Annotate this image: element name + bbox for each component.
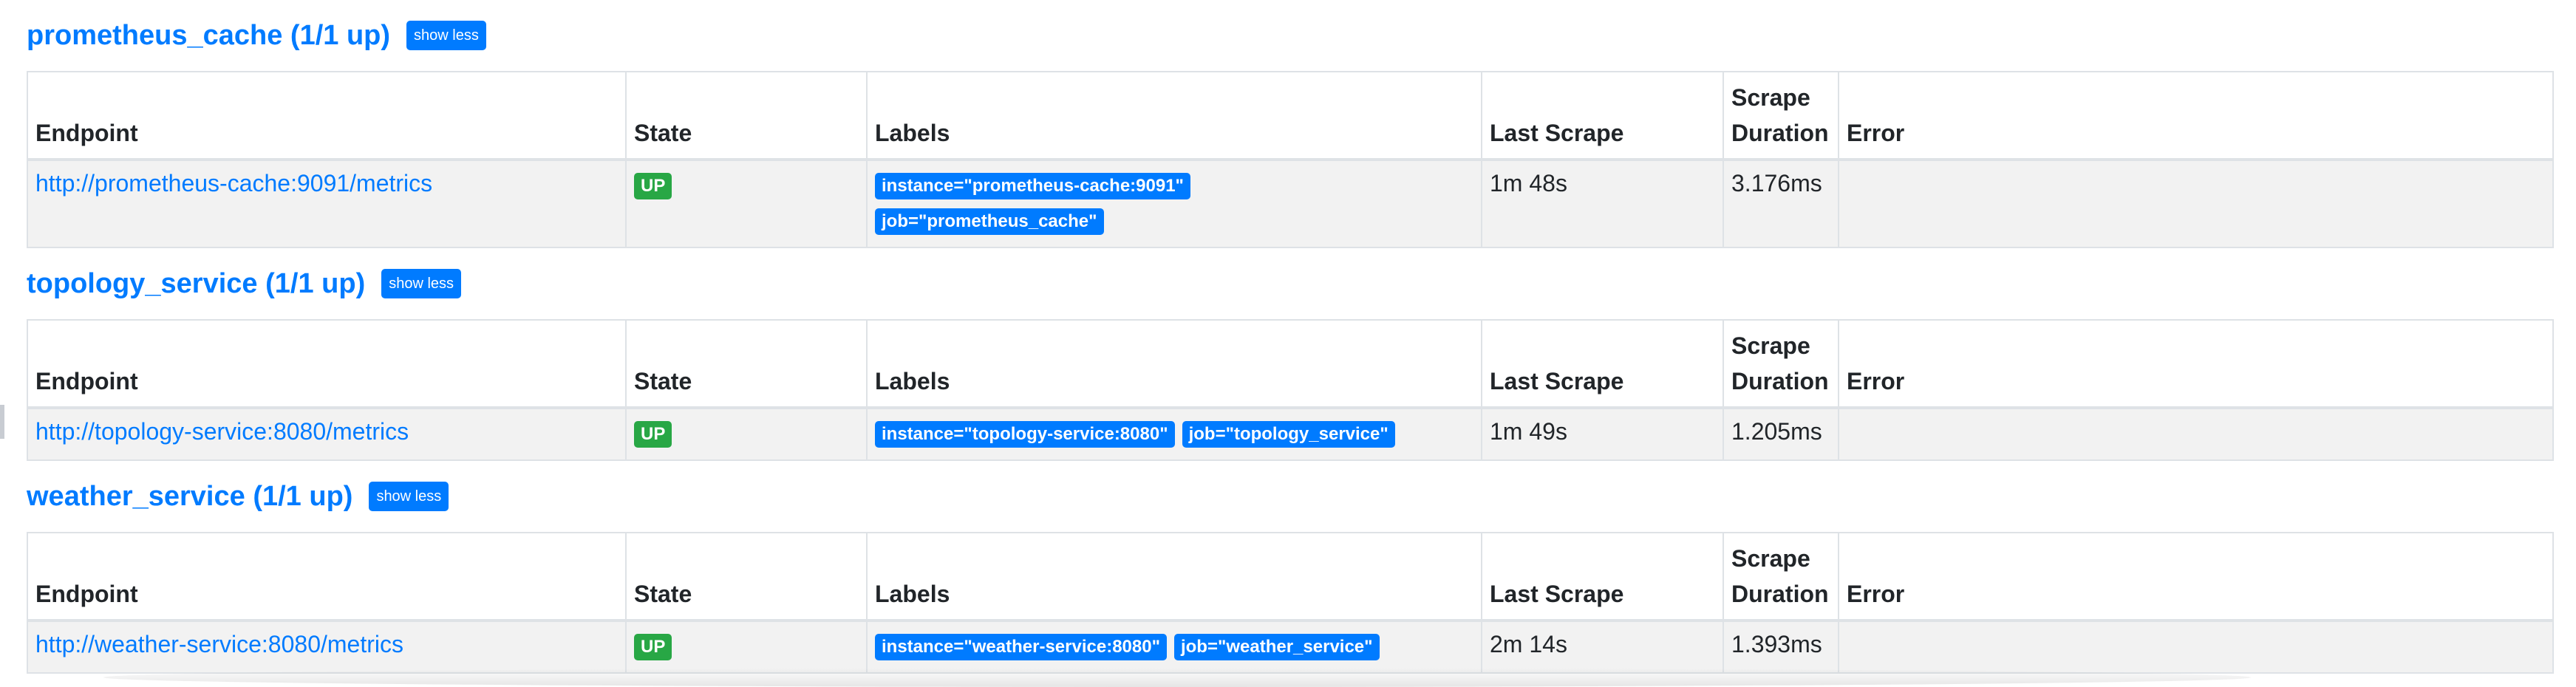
column-header-endpoint[interactable]: Endpoint	[27, 532, 627, 622]
column-header-scrape-duration[interactable]: Scrape Duration	[1723, 532, 1839, 622]
column-header-error[interactable]: Error	[1838, 532, 2554, 622]
pool-title-link[interactable]: weather_service (1/1 up)	[27, 481, 352, 513]
column-header-last-scrape[interactable]: Last Scrape	[1481, 532, 1724, 622]
column-header-last-scrape[interactable]: Last Scrape	[1481, 71, 1724, 161]
column-header-scrape-duration[interactable]: Scrape Duration	[1723, 319, 1839, 409]
endpoint-cell: http://prometheus-cache:9091/metrics	[27, 159, 627, 248]
error-cell	[1838, 407, 2554, 461]
last-scrape-cell: 1m 49s	[1481, 407, 1724, 461]
column-header-error[interactable]: Error	[1838, 71, 2554, 161]
targets-table: Endpoint State Labels Last Scrape Scrape…	[27, 532, 2554, 674]
show-less-button[interactable]: show less	[381, 269, 462, 298]
targets-table: Endpoint State Labels Last Scrape Scrape…	[27, 319, 2554, 461]
endpoint-cell: http://topology-service:8080/metrics	[27, 407, 627, 461]
label-badge-instance: instance="weather-service:8080"	[875, 634, 1167, 660]
label-badge-instance: instance="prometheus-cache:9091"	[875, 173, 1190, 199]
label-badge-instance: instance="topology-service:8080"	[875, 421, 1175, 448]
pool-header: topology_service (1/1 up) show less	[27, 248, 2557, 319]
scrape-duration-cell: 3.176ms	[1723, 159, 1839, 248]
table-row: http://weather-service:8080/metrics UP i…	[27, 620, 2554, 674]
table-header-row: Endpoint State Labels Last Scrape Scrape…	[27, 71, 2554, 161]
column-header-last-scrape[interactable]: Last Scrape	[1481, 319, 1724, 409]
column-header-endpoint[interactable]: Endpoint	[27, 319, 627, 409]
column-header-state[interactable]: State	[625, 71, 868, 161]
label-badge-job: job="topology_service"	[1182, 421, 1395, 448]
state-badge: UP	[634, 634, 672, 660]
endpoint-cell: http://weather-service:8080/metrics	[27, 620, 627, 674]
scrape-duration-cell: 1.393ms	[1723, 620, 1839, 674]
scroll-shadow	[103, 668, 2251, 687]
state-badge: UP	[634, 173, 672, 199]
state-cell: UP	[625, 159, 868, 248]
state-cell: UP	[625, 620, 868, 674]
show-less-button[interactable]: show less	[369, 482, 449, 511]
last-scrape-cell: 1m 48s	[1481, 159, 1724, 248]
column-header-scrape-duration[interactable]: Scrape Duration	[1723, 71, 1839, 161]
table-header-row: Endpoint State Labels Last Scrape Scrape…	[27, 319, 2554, 409]
last-scrape-cell: 2m 14s	[1481, 620, 1724, 674]
column-header-labels[interactable]: Labels	[866, 319, 1482, 409]
labels-cell: instance="prometheus-cache:9091" job="pr…	[866, 159, 1482, 248]
table-header-row: Endpoint State Labels Last Scrape Scrape…	[27, 532, 2554, 622]
targets-table: Endpoint State Labels Last Scrape Scrape…	[27, 71, 2554, 248]
pool-header: weather_service (1/1 up) show less	[27, 461, 2557, 532]
column-header-state[interactable]: State	[625, 532, 868, 622]
table-row: http://prometheus-cache:9091/metrics UP …	[27, 159, 2554, 248]
labels-cell: instance="weather-service:8080" job="weat…	[866, 620, 1482, 674]
labels-cell: instance="topology-service:8080" job="top…	[866, 407, 1482, 461]
table-row: http://topology-service:8080/metrics UP …	[27, 407, 2554, 461]
targets-page: prometheus_cache (1/1 up) show less Endp…	[27, 0, 2557, 674]
column-header-labels[interactable]: Labels	[866, 532, 1482, 622]
column-header-error[interactable]: Error	[1838, 319, 2554, 409]
show-less-button[interactable]: show less	[406, 21, 486, 50]
pool-title-link[interactable]: prometheus_cache (1/1 up)	[27, 20, 390, 52]
error-cell	[1838, 159, 2554, 248]
state-cell: UP	[625, 407, 868, 461]
window-edge-divider	[0, 405, 4, 439]
label-badge-job: job="weather_service"	[1173, 634, 1380, 660]
column-header-endpoint[interactable]: Endpoint	[27, 71, 627, 161]
error-cell	[1838, 620, 2554, 674]
state-badge: UP	[634, 421, 672, 448]
pool-header: prometheus_cache (1/1 up) show less	[27, 0, 2557, 71]
pool-title-link[interactable]: topology_service (1/1 up)	[27, 268, 365, 300]
column-header-labels[interactable]: Labels	[866, 71, 1482, 161]
endpoint-link[interactable]: http://weather-service:8080/metrics	[35, 631, 403, 657]
column-header-state[interactable]: State	[625, 319, 868, 409]
endpoint-link[interactable]: http://topology-service:8080/metrics	[35, 418, 409, 445]
label-badge-job: job="prometheus_cache"	[875, 208, 1104, 235]
endpoint-link[interactable]: http://prometheus-cache:9091/metrics	[35, 170, 432, 196]
scrape-duration-cell: 1.205ms	[1723, 407, 1839, 461]
